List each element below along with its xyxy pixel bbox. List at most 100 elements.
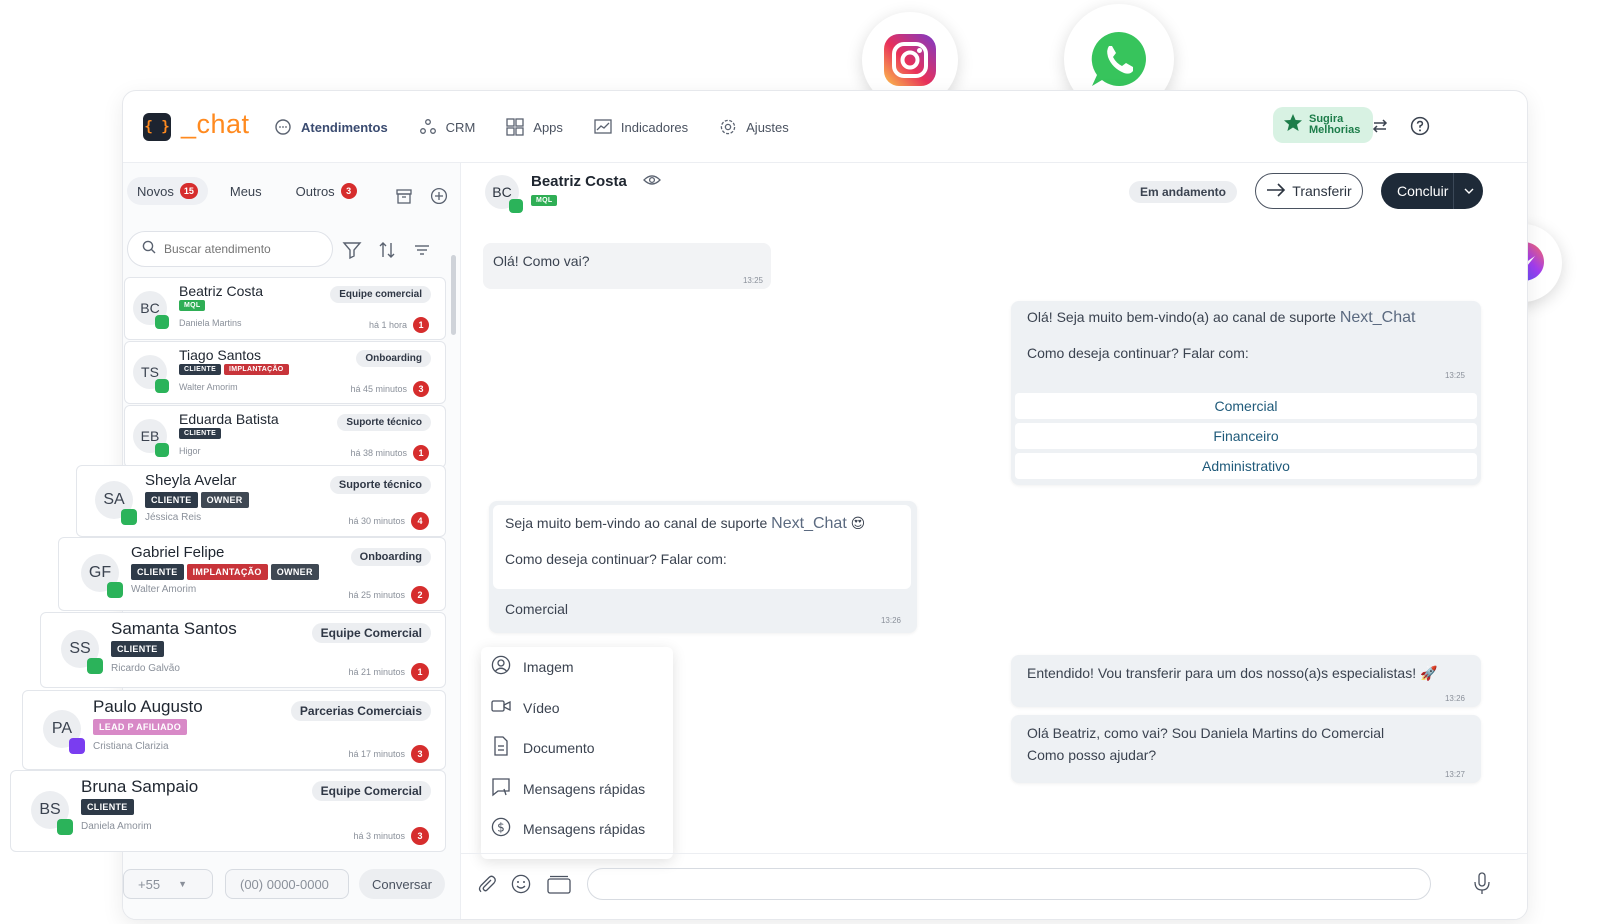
emoji-icon[interactable] [511,874,531,899]
conversation-card[interactable]: BS Bruna Sampaio CLIENTE Daniela Amorim Equi… [10,770,446,852]
last-activity: há 30 minutos 4 [348,512,429,530]
whatsapp-icon [155,443,169,457]
scroll-thumb[interactable] [451,255,456,335]
conclude-button[interactable]: Concluir [1381,173,1483,209]
last-activity: há 1 hora 1 [369,317,429,333]
chevron-down-icon: ▼ [178,879,187,889]
nav-ajustes[interactable]: Ajustes [718,117,789,137]
microphone-icon[interactable] [1473,872,1491,901]
whatsapp-icon [155,315,169,329]
team-badge: Equipe comercial [330,286,431,303]
tag-cliente: CLIENTE [179,428,222,439]
tag-implantacao: IMPLANTAÇÃO [186,564,268,580]
whatsapp-icon [155,379,169,393]
unread-count-badge: 1 [411,663,429,681]
whatsapp-icon [509,199,523,213]
filter-icon[interactable] [341,239,363,261]
swap-icon[interactable] [1369,115,1391,137]
tab-outros[interactable]: Outros 3 [286,177,367,205]
whatsapp-icon [87,658,103,674]
dollar-icon: $ [491,817,511,840]
option-administrativo[interactable]: Administrativo [1015,453,1477,479]
video-icon [491,696,511,719]
tag-lead: LEAD P AFILIADO [93,719,188,735]
conversation-card[interactable]: BC Beatriz Costa MQL Daniela Martins Equipe … [124,277,446,340]
whatsapp-icon [57,819,73,835]
contact-name: Paulo Augusto [93,697,203,716]
last-activity: há 38 minutos 1 [350,445,429,461]
phone-bar: +55 ▼ (00) 0000-0000 Conversar [123,859,461,919]
attach-mensagens-rapidas-pagamento[interactable]: $ Mensagens rápidas [491,817,645,840]
search-input[interactable] [164,242,314,256]
tag-cliente: CLIENTE [145,492,198,508]
tag-implantacao: IMPLANTAÇÃO [224,364,289,375]
conversation-card[interactable]: EB Eduarda Batista CLIENTE Higor Suporte téc… [124,405,446,468]
message-incoming: Olá! Como vai? 13:25 [483,243,771,289]
contact-name: Bruna Sampaio [81,777,199,796]
tag-mql: MQL [179,300,206,311]
add-conversation-icon[interactable] [428,185,450,207]
conversation-tabs: Novos 15 Meus Outros 3 [127,177,367,205]
whatsapp-icon [121,509,137,525]
nav-indicadores[interactable]: Indicadores [593,117,688,137]
message-input[interactable] [587,868,1431,900]
novos-count-badge: 15 [179,183,198,199]
cards-icon[interactable] [547,874,571,899]
tag-cliente: CLIENTE [131,564,184,580]
contact-tags: CLIENTE [179,428,222,439]
chat-bubble-icon [273,117,293,137]
team-badge: Onboarding [356,350,431,367]
nav-apps[interactable]: Apps [505,117,563,137]
option-financeiro[interactable]: Financeiro [1015,423,1477,449]
paperclip-icon[interactable] [477,874,497,899]
eye-icon[interactable] [643,173,661,192]
sugira-melhorias-button[interactable]: Sugira Melhorias [1273,107,1373,143]
agent-name: Walter Amorim [131,584,197,595]
attach-video[interactable]: Vídeo [491,696,560,719]
unread-count-badge: 4 [411,512,429,530]
help-icon[interactable] [1409,115,1431,137]
contact-name: Beatriz Costa [179,283,264,299]
contact-name: Sheyla Avelar [145,472,237,489]
phone-input[interactable]: (00) 0000-0000 [225,869,349,899]
attach-mensagens-rapidas[interactable]: Mensagens rápidas [491,777,645,800]
conversation-card[interactable]: SA Sheyla Avelar CLIENTE OWNER Jéssica Reis S… [76,465,446,537]
whatsapp-icon [107,582,123,598]
conversar-button[interactable]: Conversar [359,869,445,899]
list-scrollbar[interactable] [449,247,457,827]
crm-nodes-icon [418,117,438,137]
conversation-card[interactable]: PA Paulo Augusto LEAD P AFILIADO Cristiana … [22,690,446,770]
list-options-icon[interactable] [411,239,433,261]
agent-name: Higor [179,446,201,456]
archive-icon[interactable] [393,185,415,207]
attach-imagem[interactable]: Imagem [491,655,574,678]
nav-crm[interactable]: CRM [418,117,475,137]
conversation-card[interactable]: TS Tiago Santos CLIENTE IMPLANTAÇÃO Walter A… [124,341,446,404]
option-comercial[interactable]: Comercial [1015,393,1477,419]
chat-panel: BC Beatriz Costa MQL Em andamento Transf… [461,163,1527,919]
conversation-card[interactable]: GF Gabriel Felipe CLIENTE IMPLANTAÇÃO OWNER W… [58,537,446,611]
chevron-down-icon[interactable] [1453,173,1483,209]
tab-meus[interactable]: Meus [220,178,272,205]
ddi-select[interactable]: +55 ▼ [123,869,213,899]
nav-atendimentos[interactable]: Atendimentos [273,117,388,137]
sort-icon[interactable] [376,239,398,261]
agent-name: Cristiana Clarizia [93,741,169,752]
conversation-card[interactable]: SS Samanta Santos CLIENTE Ricardo Galvão Equ… [40,612,446,688]
attach-documento[interactable]: Documento [491,736,595,759]
unread-count-badge: 3 [413,381,429,397]
attach-menu: Imagem Vídeo Documento Mensagens rápidas… [481,647,673,859]
message-outgoing-quoted: Seja muito bem-vindo ao canal de suporte… [489,501,917,633]
contact-tags: CLIENTE IMPLANTAÇÃO OWNER [131,564,319,580]
search-box[interactable] [127,231,333,267]
tab-novos[interactable]: Novos 15 [127,177,208,205]
quick-message-icon [491,777,511,800]
logo-text: _chat [181,109,250,139]
transfer-button[interactable]: Transferir [1255,173,1363,209]
contact-tags: CLIENTE OWNER [145,492,249,508]
agent-name: Daniela Martins [179,318,242,328]
contact-tags: MQL [179,300,206,311]
unread-count-badge: 2 [411,586,429,604]
chart-icon [593,117,613,137]
team-badge: Suporte técnico [329,476,431,494]
